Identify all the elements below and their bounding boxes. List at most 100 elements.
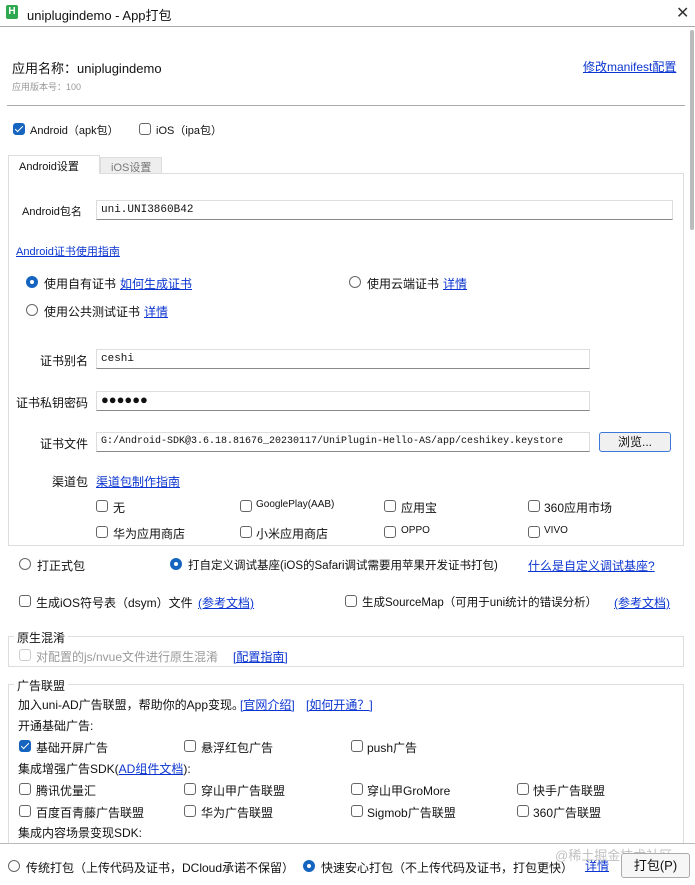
edit-manifest-link[interactable]: 修改manifest配置 xyxy=(583,58,676,75)
enhanced-ad-label: 百度百青藤广告联盟 xyxy=(36,806,145,820)
traditional-pack-radio[interactable] xyxy=(8,860,20,872)
what-is-debug-base-link[interactable]: 什么是自定义调试基座? xyxy=(528,557,655,574)
tab-ios-settings[interactable]: iOS设置 xyxy=(100,157,162,174)
dsym-label: 生成iOS符号表（dsym）文件 xyxy=(36,596,193,610)
channel-label-item: 应用宝 xyxy=(401,501,438,515)
dsym-checkbox[interactable] xyxy=(19,595,31,607)
ads-official-link[interactable]: [官网介绍] xyxy=(240,696,295,713)
channel-label: 渠道包 xyxy=(52,475,89,489)
traditional-pack-label: 传统打包（上传代码及证书，DCloud承诺不保留） xyxy=(26,861,295,875)
obfuscation-checkbox[interactable] xyxy=(19,649,31,661)
own-cert-radio[interactable] xyxy=(26,276,38,288)
basic-ad-label: push广告 xyxy=(367,741,418,755)
obfuscation-guide-link[interactable]: [配置指南] xyxy=(233,648,288,665)
ads-how-to-link[interactable]: [如何开通？] xyxy=(306,696,373,713)
dsym-docs-link[interactable]: (参考文档) xyxy=(198,594,254,611)
obfuscation-legend: 原生混淆 xyxy=(14,629,69,646)
enhanced-ads-title: 集成增强广告SDK(AD组件文档): xyxy=(18,760,191,777)
cert-password-label: 证书私钥密码 xyxy=(16,396,89,410)
window-title: uniplugindemo - App打包 xyxy=(27,8,172,23)
channel-checkbox[interactable] xyxy=(528,500,540,512)
enhanced-ad-checkbox[interactable] xyxy=(184,805,196,817)
ios-checkbox[interactable] xyxy=(139,123,151,135)
channel-label-item: OPPO xyxy=(401,525,430,536)
cert-file-label: 证书文件 xyxy=(40,437,89,451)
tab-android-settings[interactable]: Android设置 xyxy=(8,155,100,174)
how-generate-cert-link[interactable]: 如何生成证书 xyxy=(120,275,192,292)
obfuscation-label: 对配置的js/nvue文件进行原生混淆 xyxy=(36,650,219,664)
ad-component-docs-link[interactable]: AD组件文档 xyxy=(119,762,184,776)
enhanced-ad-checkbox[interactable] xyxy=(351,805,363,817)
own-cert-label: 使用自有证书 xyxy=(44,277,117,291)
channel-label-item: 华为应用商店 xyxy=(113,527,186,541)
android-checkbox[interactable] xyxy=(13,123,25,135)
public-test-cert-label: 使用公共测试证书 xyxy=(44,305,141,319)
package-name-input[interactable]: uni.UNI3860B42 xyxy=(96,200,673,220)
channel-guide-link[interactable]: 渠道包制作指南 xyxy=(96,473,180,490)
basic-ad-checkbox[interactable] xyxy=(351,740,363,752)
enhanced-ad-checkbox[interactable] xyxy=(517,805,529,817)
custom-debug-base-radio[interactable] xyxy=(170,558,182,570)
app-icon: H xyxy=(6,5,18,19)
channel-label-item: 无 xyxy=(113,501,126,515)
ads-intro: 加入uni-AD广告联盟，帮助你的App变现。 xyxy=(18,698,245,712)
cloud-cert-label: 使用云端证书 xyxy=(367,277,440,291)
enhanced-ad-label: 华为广告联盟 xyxy=(201,806,274,820)
close-icon[interactable]: ✕ xyxy=(676,3,689,23)
enhanced-ad-label: 穿山甲GroMore xyxy=(367,784,451,798)
scrollbar[interactable] xyxy=(690,30,694,230)
basic-ads-title: 开通基础广告: xyxy=(18,719,94,733)
cert-alias-input[interactable]: ceshi xyxy=(96,349,590,369)
channel-checkbox[interactable] xyxy=(528,526,540,538)
app-version: 应用版本号：100 xyxy=(12,82,82,92)
cert-file-input[interactable]: G:/Android-SDK@3.6.18.81676_20230117/Uni… xyxy=(96,432,590,452)
enhanced-ad-checkbox[interactable] xyxy=(351,783,363,795)
cloud-cert-details-link[interactable]: 详情 xyxy=(443,275,467,292)
enhanced-ad-label: 360广告联盟 xyxy=(533,806,602,820)
enhanced-ad-label: Sigmob广告联盟 xyxy=(367,806,456,820)
enhanced-ad-checkbox[interactable] xyxy=(19,805,31,817)
basic-ad-checkbox[interactable] xyxy=(19,740,31,752)
channel-checkbox[interactable] xyxy=(240,500,252,512)
enhanced-ad-label: 快手广告联盟 xyxy=(533,784,606,798)
cloud-cert-radio[interactable] xyxy=(349,276,361,288)
android-cert-guide-link[interactable]: Android证书使用指南 xyxy=(16,243,120,259)
enhanced-title-post: ): xyxy=(183,762,191,776)
enhanced-title-pre: 集成增强广告SDK( xyxy=(18,762,119,776)
sourcemap-docs-link[interactable]: (参考文档) xyxy=(614,594,670,611)
cert-alias-label: 证书别名 xyxy=(40,354,89,368)
custom-debug-base-label: 打自定义调试基座(iOS的Safari调试需要用苹果开发证书打包) xyxy=(188,560,498,572)
browse-button[interactable]: 浏览... xyxy=(599,432,671,452)
android-label: Android（apk包） xyxy=(30,125,119,137)
channel-checkbox[interactable] xyxy=(384,526,396,538)
channel-label-item: VIVO xyxy=(544,525,568,536)
sourcemap-label: 生成SourceMap（可用于uni统计的错误分析） xyxy=(362,597,598,609)
enhanced-ad-checkbox[interactable] xyxy=(184,783,196,795)
channel-checkbox[interactable] xyxy=(384,500,396,512)
public-cert-details-link[interactable]: 详情 xyxy=(144,303,168,320)
divider xyxy=(7,105,685,106)
channel-checkbox[interactable] xyxy=(240,526,252,538)
sourcemap-checkbox[interactable] xyxy=(345,595,357,607)
fast-pack-radio[interactable] xyxy=(303,860,315,872)
enhanced-ad-label: 穿山甲广告联盟 xyxy=(201,784,286,798)
app-name: 应用名称：uniplugindemo xyxy=(12,61,162,76)
ads-legend: 广告联盟 xyxy=(14,677,69,694)
enhanced-ad-checkbox[interactable] xyxy=(19,783,31,795)
basic-ad-label: 基础开屏广告 xyxy=(36,741,109,755)
cert-password-input[interactable]: ●●●●●● xyxy=(96,391,590,411)
enhanced-ad-checkbox[interactable] xyxy=(517,783,529,795)
ios-label: iOS（ipa包） xyxy=(156,125,223,137)
package-name-label: Android包名 xyxy=(22,206,82,218)
fast-pack-label: 快速安心打包（不上传代码及证书，打包更快） xyxy=(321,861,574,875)
public-test-cert-radio[interactable] xyxy=(26,304,38,316)
channel-label-item: 小米应用商店 xyxy=(256,527,329,541)
release-build-radio[interactable] xyxy=(19,558,31,570)
basic-ad-checkbox[interactable] xyxy=(184,740,196,752)
channel-checkbox[interactable] xyxy=(96,500,108,512)
enhanced-ad-label: 腾讯优量汇 xyxy=(36,784,97,798)
channel-label-item: 360应用市场 xyxy=(544,501,613,515)
channel-checkbox[interactable] xyxy=(96,526,108,538)
pack-button[interactable]: 打包(P) xyxy=(621,853,690,878)
channel-label-item: GooglePlay(AAB) xyxy=(256,499,335,510)
